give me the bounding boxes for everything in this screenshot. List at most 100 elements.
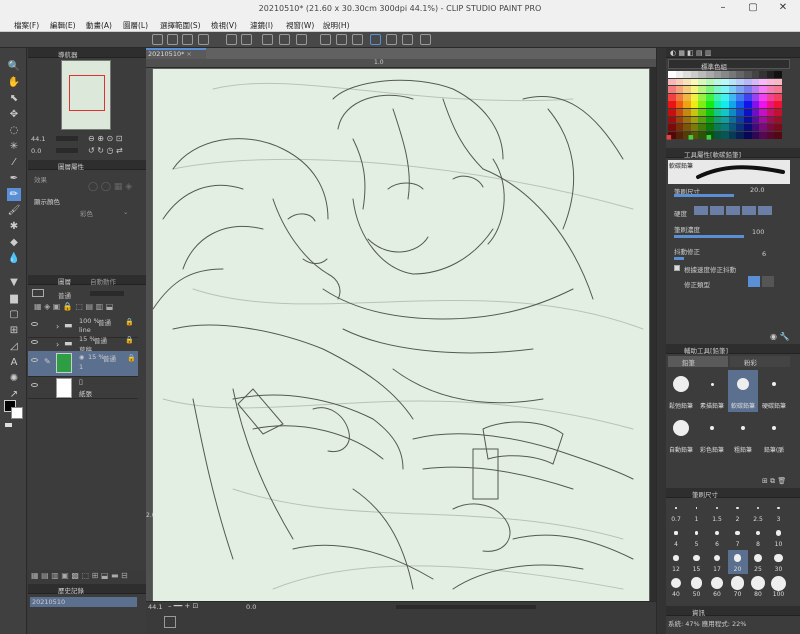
color-swatch[interactable] bbox=[698, 93, 706, 101]
color-swatch[interactable] bbox=[675, 116, 684, 124]
color-swatch[interactable] bbox=[668, 71, 676, 78]
color-swatch[interactable] bbox=[690, 101, 699, 109]
color-swatch[interactable] bbox=[759, 86, 767, 93]
gradient-tool-icon[interactable]: ▆ bbox=[7, 292, 21, 305]
status-angle[interactable]: 0.0 bbox=[246, 603, 256, 611]
color-swatch[interactable] bbox=[706, 86, 714, 93]
rotation-slider[interactable] bbox=[56, 148, 78, 153]
color-swatch[interactable] bbox=[721, 131, 729, 139]
close-button[interactable]: ✕ bbox=[768, 2, 798, 16]
color-swatch[interactable] bbox=[744, 124, 752, 131]
brush-size-option[interactable]: 15 bbox=[687, 550, 707, 574]
color-swatch[interactable] bbox=[766, 101, 775, 109]
color-swatch[interactable] bbox=[683, 71, 691, 78]
color-swatch[interactable] bbox=[706, 109, 714, 116]
color-swatch[interactable] bbox=[744, 71, 752, 78]
color-swatch[interactable] bbox=[766, 86, 775, 93]
deselect-icon[interactable] bbox=[320, 34, 331, 45]
color-swatch[interactable] bbox=[675, 131, 684, 139]
color-swatch[interactable] bbox=[706, 124, 714, 131]
color-swatch[interactable] bbox=[698, 116, 706, 124]
brush-size-option[interactable]: 60 bbox=[707, 575, 727, 599]
display-color-value[interactable]: 彩色 bbox=[80, 208, 93, 218]
color-swatch[interactable] bbox=[675, 71, 684, 78]
color-swatch[interactable] bbox=[721, 71, 729, 78]
brush-size-option[interactable]: 100 bbox=[769, 575, 789, 599]
color-swatch[interactable] bbox=[713, 124, 722, 131]
color-swatch[interactable] bbox=[728, 131, 737, 139]
color-swatch[interactable] bbox=[736, 109, 744, 116]
layer-row-1[interactable]: ✎ ◉ 15 % 普通 1 🔒 bbox=[28, 351, 138, 377]
color-swatch[interactable] bbox=[690, 109, 699, 116]
brush-size-option[interactable]: 6 bbox=[707, 525, 727, 549]
layer-row-paper[interactable]: ▯ 紙張 bbox=[28, 376, 138, 399]
hand-tool-icon[interactable]: ✋ bbox=[7, 76, 21, 89]
color-swatch[interactable] bbox=[736, 93, 744, 101]
maximize-button[interactable]: ▢ bbox=[738, 2, 768, 16]
color-swatch[interactable] bbox=[683, 93, 691, 101]
color-swatch[interactable] bbox=[744, 131, 752, 139]
color-swatch[interactable] bbox=[751, 86, 760, 93]
color-swatch[interactable] bbox=[698, 71, 706, 78]
color-swatch[interactable] bbox=[751, 109, 760, 116]
color-swatch-grid[interactable] bbox=[668, 71, 782, 141]
zoom-controls-icon[interactable]: ⊖ ⊕ ⊙ ⊡ bbox=[88, 134, 122, 143]
color-swatch[interactable] bbox=[721, 101, 729, 109]
pencil-tool-icon[interactable]: ✏ bbox=[7, 188, 21, 201]
correction-type-a[interactable] bbox=[748, 276, 760, 287]
color-swatch[interactable] bbox=[751, 93, 760, 101]
rotate-controls-icon[interactable]: ↺ ↻ ◷ ⇄ bbox=[88, 146, 123, 155]
brush-size-option[interactable]: 50 bbox=[687, 575, 707, 599]
brush-size-value[interactable]: 20.0 bbox=[750, 186, 764, 194]
eyedropper-tool-icon[interactable]: ⁄ bbox=[7, 156, 21, 169]
menu-select[interactable]: 選擇範圍(S) bbox=[160, 20, 201, 31]
color-swatch[interactable] bbox=[774, 86, 782, 93]
sub-tool-bottom-icons[interactable]: ⊞ ⧉ 🗑 bbox=[762, 477, 786, 486]
color-swatch[interactable] bbox=[759, 131, 767, 139]
brush-size-option[interactable]: 4 bbox=[666, 525, 686, 549]
status-zoom[interactable]: 44.1 bbox=[148, 603, 162, 611]
color-swatch[interactable] bbox=[698, 109, 706, 116]
color-tab-icons[interactable]: ◐ ▦ ◧ ▤ ▥ bbox=[670, 49, 711, 57]
fill-tool-icon[interactable]: ▼ bbox=[7, 276, 21, 289]
zoom-tool-icon[interactable]: 🔍 bbox=[7, 60, 21, 73]
redo-icon[interactable] bbox=[241, 34, 252, 45]
brush-size-option[interactable]: 70 bbox=[728, 575, 748, 599]
navigator-angle[interactable]: 0.0 bbox=[31, 147, 41, 155]
color-swatch[interactable] bbox=[736, 101, 744, 109]
transform-icon[interactable] bbox=[296, 34, 307, 45]
menu-edit[interactable]: 編輯(E) bbox=[50, 20, 76, 31]
swatch-replace-icon[interactable]: ■ bbox=[688, 134, 694, 141]
drawing-canvas[interactable] bbox=[153, 69, 649, 602]
color-swatch[interactable] bbox=[690, 86, 699, 93]
color-swatch[interactable] bbox=[698, 131, 706, 139]
color-swatch[interactable] bbox=[721, 93, 729, 101]
menu-window[interactable]: 視窗(W) bbox=[286, 20, 314, 31]
color-swatch[interactable] bbox=[721, 78, 729, 86]
export-icon[interactable] bbox=[198, 34, 209, 45]
snap-grid-icon[interactable] bbox=[386, 34, 397, 45]
color-swatch[interactable] bbox=[759, 109, 767, 116]
layer-color-mode-icon[interactable] bbox=[32, 289, 44, 297]
color-swatch[interactable] bbox=[744, 78, 752, 86]
brush-size-option[interactable]: 5 bbox=[687, 525, 707, 549]
color-swatch[interactable] bbox=[675, 78, 684, 86]
text-tool-icon[interactable]: A bbox=[7, 356, 21, 369]
color-swatch[interactable] bbox=[698, 78, 706, 86]
color-swatch[interactable] bbox=[668, 101, 676, 109]
hardness-selector[interactable] bbox=[694, 206, 784, 215]
sub-color-swatch[interactable] bbox=[11, 407, 23, 419]
color-swatch[interactable] bbox=[766, 124, 775, 131]
snap-special-ruler-icon[interactable] bbox=[402, 34, 413, 45]
color-swatch[interactable] bbox=[668, 116, 676, 124]
color-swatch[interactable] bbox=[759, 78, 767, 86]
color-swatch[interactable] bbox=[774, 109, 782, 116]
color-swatch[interactable] bbox=[728, 78, 737, 86]
color-swatch[interactable] bbox=[728, 93, 737, 101]
lock-icon[interactable]: 🔒 bbox=[125, 336, 134, 344]
color-swatch[interactable] bbox=[668, 93, 676, 101]
brush-size-option[interactable]: 2.5 bbox=[748, 500, 768, 524]
selection-border-icon[interactable] bbox=[352, 34, 363, 45]
lasso-tool-icon[interactable]: ◌ bbox=[7, 124, 21, 137]
menu-animation[interactable]: 動畫(A) bbox=[86, 20, 112, 31]
